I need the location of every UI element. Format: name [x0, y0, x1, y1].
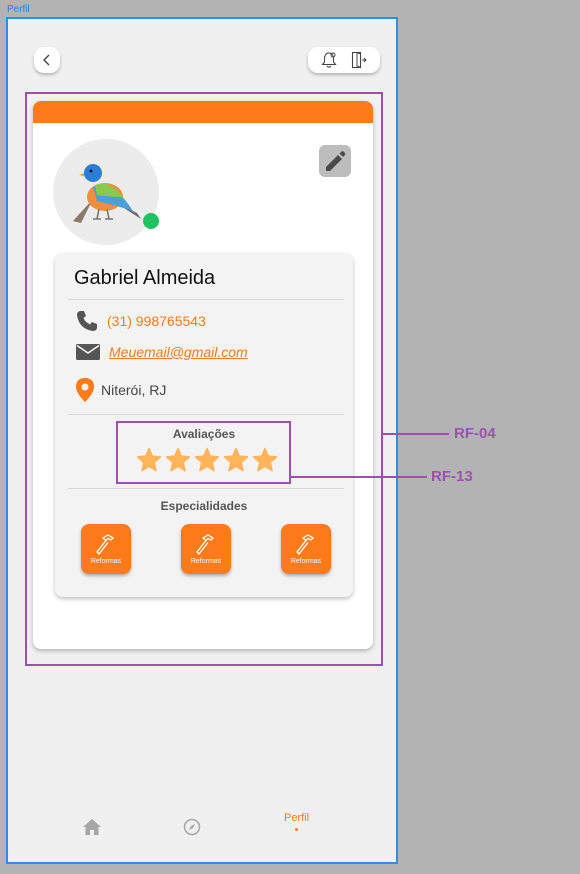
nav-home[interactable]	[82, 818, 102, 836]
annotation-label-rf04: RF-04	[454, 425, 496, 442]
logout-icon[interactable]	[351, 51, 367, 69]
chevron-left-icon	[43, 54, 50, 66]
compass-icon	[183, 818, 201, 836]
annotation-box-rf04	[25, 92, 383, 666]
nav-explore[interactable]	[183, 818, 201, 836]
nav-perfil[interactable]: Perfil	[284, 812, 309, 831]
frame-label: Perfil	[7, 4, 30, 15]
bottom-nav: Perfil	[8, 812, 396, 862]
annotation-line-rf13	[291, 476, 427, 478]
annotation-line-rf04	[383, 433, 449, 435]
home-icon	[83, 819, 101, 835]
back-button[interactable]	[34, 47, 60, 73]
annotation-label-rf13: RF-13	[431, 468, 473, 485]
annotation-box-rf13	[116, 421, 291, 484]
notification-bell-icon[interactable]	[321, 51, 337, 69]
active-indicator	[295, 828, 299, 831]
nav-perfil-label: Perfil	[284, 812, 310, 824]
topbar-actions	[308, 47, 380, 73]
